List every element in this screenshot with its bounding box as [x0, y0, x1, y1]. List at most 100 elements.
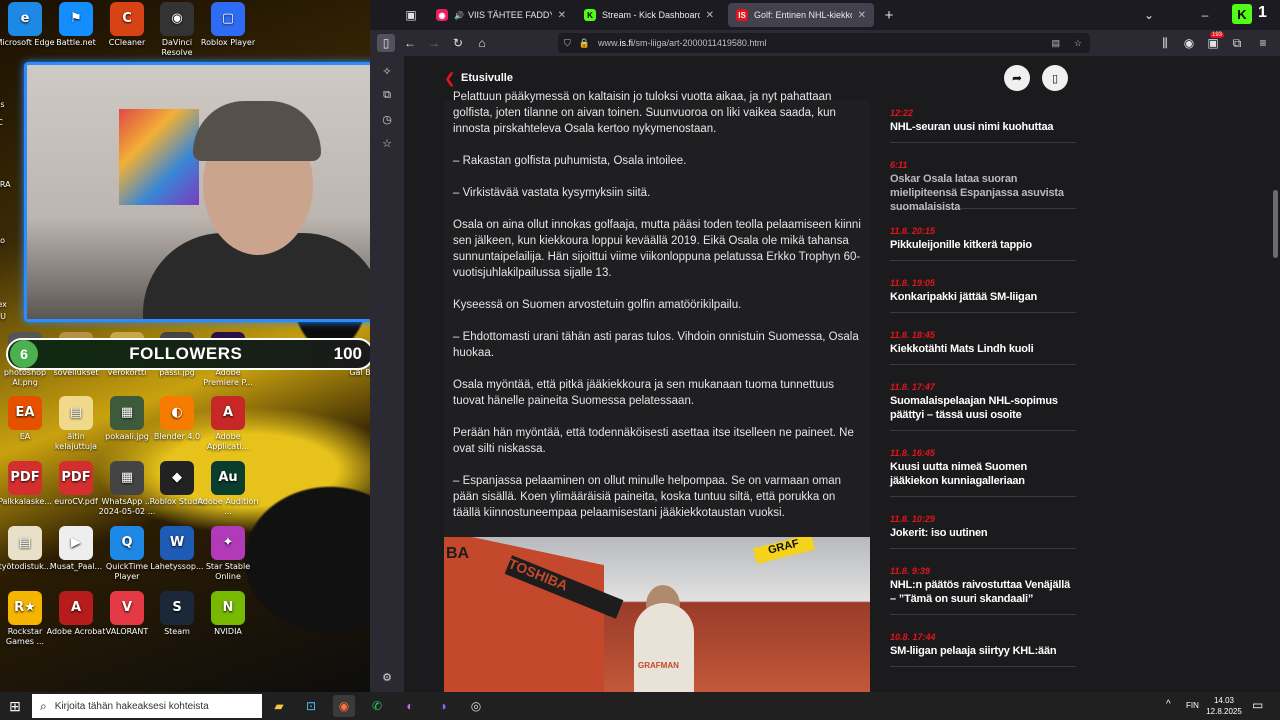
bookmark-button[interactable]: ▯	[1042, 65, 1068, 91]
microsoft-store-icon[interactable]: ⊡	[300, 695, 322, 717]
settings-gear-icon[interactable]: ⚙	[378, 668, 396, 686]
sidebar-toggle-icon[interactable]: ▯	[377, 34, 395, 52]
tab-title: Stream - Kick Dashboard	[602, 10, 700, 20]
news-title[interactable]: Jokerit: iso uutinen	[890, 526, 1076, 548]
taskbar-search-box[interactable]: ⌕ Kirjoita tähän hakeaksesi kohteista	[32, 694, 262, 718]
news-title[interactable]: Pikkuleijonille kitkerä tappio	[890, 238, 1076, 260]
app-icon: ◐	[160, 396, 194, 430]
news-item[interactable]: 6:11 Oskar Osala lataa suoran mielipiteen…	[890, 160, 1076, 213]
news-item[interactable]: 12:22 NHL-seuran uusi nimi kuohuttaa	[890, 108, 1076, 143]
bookmarks-star-icon[interactable]: ☆	[378, 134, 396, 152]
app-icon: ▤	[59, 396, 93, 430]
close-tab-icon[interactable]: ✕	[858, 10, 866, 21]
desktop-icon[interactable]: ▢ Roblox Player	[197, 2, 259, 48]
reader-view-icon[interactable]: ▤	[1051, 38, 1060, 49]
forward-arrow-icon[interactable]: →	[425, 34, 443, 52]
desktop-icon[interactable]: Au Adobe Audition ...	[197, 461, 259, 517]
new-tab-button[interactable]: +	[880, 6, 898, 24]
desktop-icon-label[interactable]: C	[0, 118, 20, 128]
whatsapp-icon[interactable]: ✆	[366, 695, 388, 717]
discord-icon[interactable]: ◑	[432, 695, 454, 717]
news-title[interactable]: Suomalaispelaajan NHL-sopimus päättyi – …	[890, 394, 1076, 430]
taskbar: ⊞ ⌕ Kirjoita tähän hakeaksesi kohteista …	[0, 692, 1280, 720]
clock[interactable]: 14.03 12.8.2025	[1206, 695, 1242, 717]
followers-label: FOLLOWERS	[129, 344, 243, 363]
tab-faddy-puffer[interactable]: ◉ 🔊 VIIS TÄHTEE FADDY PUFFER ✕	[428, 3, 574, 27]
news-item[interactable]: 11.8. 19:05 Konkaripakki jättää SM-liigan	[890, 278, 1076, 313]
file-explorer-icon[interactable]: ▰	[268, 695, 290, 717]
desktop-icon[interactable]: A Adobe Applicati...	[197, 396, 259, 452]
menu-icon[interactable]: ≡	[1254, 34, 1272, 52]
firefox-icon[interactable]: ◉	[333, 695, 355, 717]
desktop-icon-label[interactable]: HU	[0, 312, 20, 322]
desktop-icon-label[interactable]: Ro	[0, 236, 20, 246]
scrollbar-thumb[interactable]	[1273, 190, 1278, 258]
desktop-icon-label: Adobe Applicati...	[206, 432, 250, 451]
back-to-frontpage-link[interactable]: Etusivulle	[461, 72, 513, 84]
news-item[interactable]: 11.8. 16:45 Kuusi uutta nimeä Suomen jääk…	[890, 448, 1076, 497]
desktop-icon-label[interactable]: Lex	[0, 300, 20, 310]
followers-count: 6	[10, 340, 38, 368]
news-title[interactable]: Konkaripakki jättää SM-liigan	[890, 290, 1076, 312]
tab-kick-dashboard[interactable]: K Stream - Kick Dashboard ✕	[576, 3, 722, 27]
tab-golf-article[interactable]: IS Golf: Entinen NHL-kiekkoilija Os ✕	[728, 3, 874, 27]
app-icon: PDF	[8, 461, 42, 495]
news-item[interactable]: 11.8. 10:29 Jokerit: iso uutinen	[890, 514, 1076, 549]
bookmark-star-icon[interactable]: ☆	[1074, 38, 1082, 49]
obs-icon[interactable]: ◎	[465, 695, 487, 717]
news-item[interactable]: 11.8. 9:39 NHL:n päätös raivostuttaa Venä…	[890, 566, 1076, 615]
share-button[interactable]: ➦	[1004, 65, 1030, 91]
windows-start-icon[interactable]: ⊞	[4, 695, 26, 717]
webcam-overlay	[24, 62, 370, 322]
news-item[interactable]: 11.8. 20:15 Pikkuleijonille kitkerä tappi…	[890, 226, 1076, 261]
desktop-icon[interactable]: N NVIDIA	[197, 591, 259, 637]
desktop-icon-label[interactable]: Es	[0, 100, 20, 110]
home-icon[interactable]: ⌂	[473, 34, 491, 52]
tab-overview-icon[interactable]: ▣	[402, 6, 420, 24]
desktop-icon-label[interactable]: VARA	[0, 180, 20, 190]
back-arrow-icon[interactable]: ←	[401, 34, 419, 52]
close-tab-icon[interactable]: ✕	[706, 10, 714, 21]
scrollbar[interactable]	[1270, 100, 1280, 692]
tray-chevron-up-icon[interactable]: ^	[1166, 699, 1171, 710]
notification-center-icon[interactable]: ▭	[1252, 698, 1263, 712]
extensions-puzzle-icon[interactable]: ⧉	[1228, 34, 1246, 52]
desktop-icon[interactable]: ✦ Star Stable Online	[197, 526, 259, 582]
article-paragraph: Osala myöntää, että pitkä jääkiekkoura j…	[453, 379, 835, 407]
news-item[interactable]: 11.8. 17:47 Suomalaispelaajan NHL-sopimus…	[890, 382, 1076, 431]
kick-icon: K	[584, 9, 596, 21]
url-bar[interactable]: ⛉ 🔒 www. is.fi/sm-liiga/art-2000011419580…	[558, 33, 1090, 53]
app-icon: A	[211, 396, 245, 430]
app-icon: C	[110, 2, 144, 36]
language-indicator[interactable]: FIN	[1186, 701, 1199, 710]
news-title[interactable]: NHL:n päätös raivostuttaa Venäjällä – ”T…	[890, 578, 1076, 614]
followers-goal: 100	[333, 344, 362, 363]
page-content: ❮ Etusivulle ➦ ▯ Pelattuun pääkymessä on…	[404, 56, 1280, 692]
reload-icon[interactable]: ↻	[449, 34, 467, 52]
news-title[interactable]: NHL-seuran uusi nimi kuohuttaa	[890, 120, 1076, 142]
history-icon[interactable]: ◷	[378, 110, 396, 128]
library-icon[interactable]: ⫼	[1156, 34, 1174, 52]
news-title[interactable]: SM-liigan pelaaja siirtyy KHL:ään	[890, 644, 1076, 666]
chevron-left-icon[interactable]: ❮	[444, 70, 456, 87]
news-item[interactable]: 11.8. 18:45 Kiekkotähti Mats Lindh kuoli	[890, 330, 1076, 365]
navigation-toolbar: ▯ ← → ↻ ⌂ ⛉ 🔒 www. is.fi/sm-liiga/art-200…	[370, 30, 1280, 56]
news-title[interactable]: Oskar Osala lataa suoran mielipiteensä E…	[890, 172, 1076, 213]
app-icon[interactable]: ◐	[399, 695, 421, 717]
app-icon: ▦	[110, 396, 144, 430]
app-icon: W	[160, 526, 194, 560]
synced-tabs-icon[interactable]: ⧉	[378, 86, 396, 104]
minimize-button[interactable]: –	[1196, 6, 1214, 24]
close-tab-icon[interactable]: ✕	[558, 10, 566, 21]
clock-time: 14.03	[1213, 696, 1235, 705]
news-title[interactable]: Kuusi uutta nimeä Suomen jääkiekon kunni…	[890, 460, 1076, 496]
latest-news-list: 12:22 NHL-seuran uusi nimi kuohuttaa 6:11 O…	[890, 100, 1076, 692]
person-cap	[193, 101, 321, 161]
is-logo-icon: IS	[736, 9, 748, 21]
news-title[interactable]: Kiekkotähti Mats Lindh kuoli	[890, 342, 1076, 364]
news-item[interactable]: 10.8. 17:44 SM-liigan pelaaja siirtyy KHL…	[890, 632, 1076, 667]
account-icon[interactable]: ◉	[1180, 34, 1198, 52]
ai-chat-icon[interactable]: ✧	[378, 62, 396, 80]
chevron-down-icon[interactable]: ⌄	[1140, 6, 1158, 24]
app-icon: ✦	[211, 526, 245, 560]
